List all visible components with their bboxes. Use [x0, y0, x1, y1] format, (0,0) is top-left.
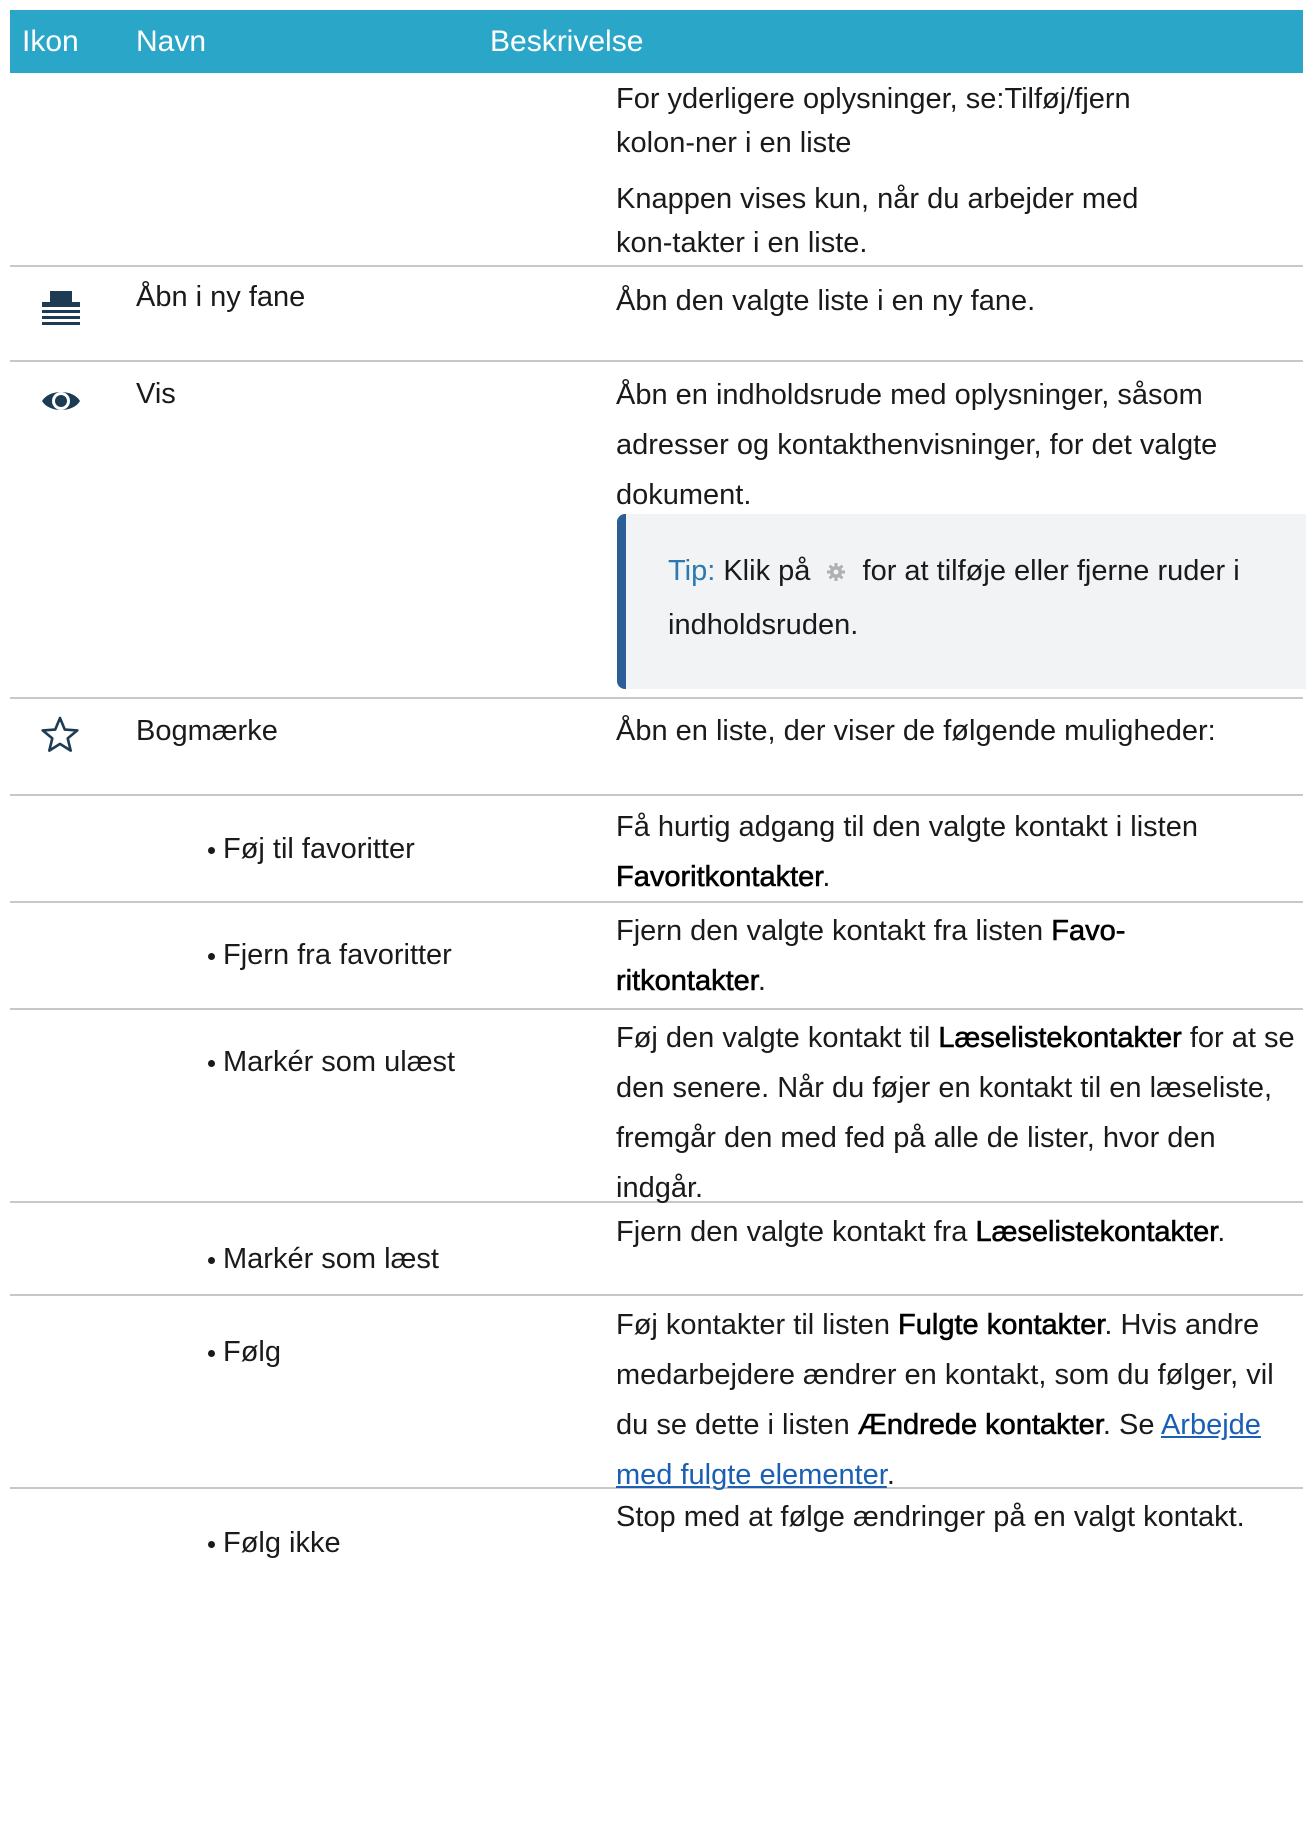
table-row: Føj til favoritter Få hurtig adgang til …	[10, 796, 1303, 903]
row-name: Følg ikke	[208, 1527, 341, 1559]
row-description: Stop med at følge ændringer på en valgt …	[616, 1501, 1245, 1533]
tip-box: Tip: Klik på for at tilføje eller fjerne…	[617, 514, 1306, 689]
row-name: Bogmærke	[136, 715, 278, 747]
row-description: Åbn en indholdsrude med oplysninger, sås…	[616, 379, 1218, 511]
row-name: Føj til favoritter	[208, 833, 415, 865]
table-row: Markér som læst Fjern den valgte kontakt…	[10, 1203, 1303, 1296]
table-header: Ikon Navn Beskrivelse	[10, 10, 1303, 73]
open-in-new-tab-icon[interactable]	[40, 289, 82, 332]
row-description: Føj kontakter til listen Fulgte kontakte…	[616, 1309, 1274, 1491]
row-name: Markér som ulæst	[207, 1046, 456, 1078]
table-row: Markér som ulæst Føj den valgte kontakt …	[10, 1010, 1303, 1204]
table-row: Åbn i ny fane Åbn den valgte liste i en …	[10, 267, 1303, 362]
row-description: Få hurtig adgang til den valgte kontakt …	[616, 811, 1198, 893]
row-name: Fjern fra favoritter	[208, 939, 452, 971]
row-description: Åbn den valgte liste i en ny fane.	[616, 285, 1036, 317]
reference-table: Ikon Navn Beskrivelse For yderligere opl…	[10, 10, 1306, 1569]
tip-text-before: Klik på	[723, 555, 811, 587]
table-row: Følg Føj kontakter til listen Fulgte kon…	[10, 1296, 1303, 1491]
row-description: Fjern den valgte kontakt fra Læselisteko…	[616, 1216, 1226, 1249]
header-name-col: Navn	[136, 24, 207, 58]
row-description: Fjern den valgte kontakt fra listen Favo…	[616, 915, 1126, 998]
table-row: Fjern fra favoritter Fjern den valgte ko…	[10, 903, 1303, 1010]
table-row: Bogmærke Åbn en liste, der viser de følg…	[10, 699, 1303, 796]
table-row: Følg ikke Stop med at følge ændringer på…	[10, 1489, 1303, 1569]
desc-paragraph: For yderligere oplysninger, se:Tilføj/fj…	[616, 83, 1131, 159]
row-description: Føj den valgte kontakt til Læselistekont…	[616, 1022, 1295, 1204]
row-name: Følg	[208, 1336, 281, 1368]
gear-icon	[827, 563, 846, 581]
row-description: For yderligere oplysninger, se:Tilføj/fj…	[616, 77, 1306, 265]
header-description-col: Beskrivelse	[490, 24, 644, 58]
row-name: Åbn i ny fane	[136, 281, 306, 313]
table-row: Vis Åbn en indholdsrude med oplysninger,…	[10, 362, 1306, 699]
table-row: For yderligere oplysninger, se:Tilføj/fj…	[10, 73, 1303, 267]
row-name: Markér som læst	[208, 1243, 439, 1275]
desc-paragraph: Knappen vises kun, når du arbejder med k…	[616, 183, 1139, 259]
row-name: Vis	[136, 378, 176, 410]
tip-label: Tip:	[668, 555, 716, 587]
star-icon[interactable]	[40, 715, 80, 760]
eye-icon[interactable]	[40, 385, 82, 422]
row-description: Åbn en liste, der viser de følgende muli…	[616, 715, 1216, 747]
